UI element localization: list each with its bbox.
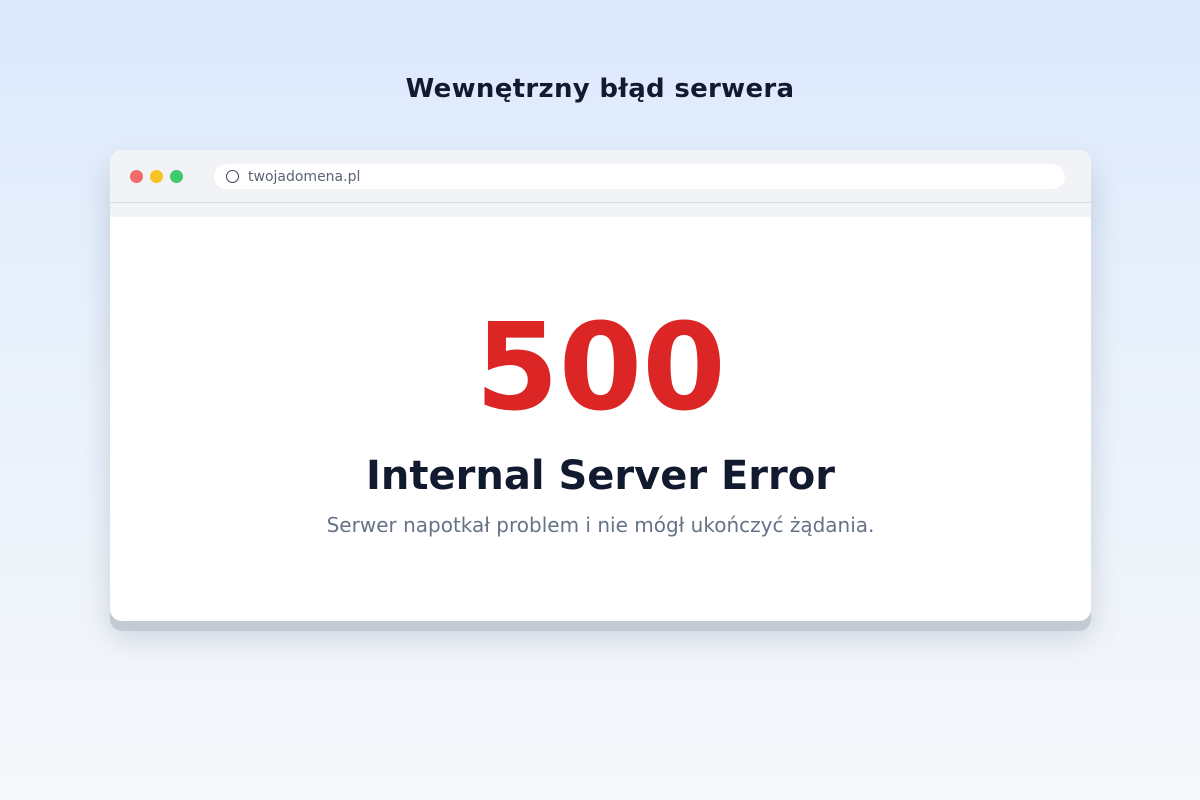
minimize-window-button[interactable] — [150, 170, 163, 183]
error-title: Internal Server Error — [366, 453, 835, 499]
address-bar[interactable]: twojadomena.pl — [214, 164, 1065, 189]
error-message: Serwer napotkał problem i nie mógł ukońc… — [326, 513, 875, 537]
maximize-window-button[interactable] — [170, 170, 183, 183]
error-page-content: 500 Internal Server Error Serwer napotka… — [110, 217, 1091, 621]
address-bar-url: twojadomena.pl — [248, 168, 361, 185]
browser-window: twojadomena.pl 500 Internal Server Error… — [110, 150, 1091, 621]
browser-toolbar-strip — [110, 203, 1091, 217]
browser-title-bar: twojadomena.pl — [110, 150, 1091, 203]
page-heading: Wewnętrzny błąd serwera — [405, 74, 795, 104]
globe-icon — [226, 170, 239, 183]
error-code: 500 — [475, 299, 726, 438]
close-window-button[interactable] — [130, 170, 143, 183]
